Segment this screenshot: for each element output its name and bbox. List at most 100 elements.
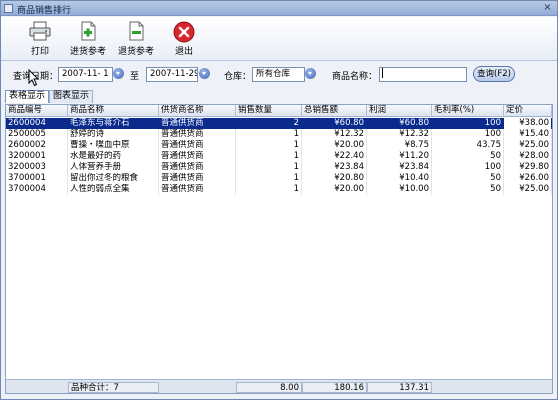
date-from-field[interactable]: 2007-11- 1 <box>58 67 113 82</box>
filter-bar: 查询日期： 2007-11- 1 至 2007-11-29 仓库： 所有仓库 商… <box>1 62 557 88</box>
cell-product-name: 水是最好的药 <box>68 151 159 162</box>
purchase-ref-button[interactable]: 进货参考 <box>67 21 109 59</box>
cell-margin: 50 <box>432 151 504 162</box>
footer-count: 品种合计：7 <box>68 382 159 393</box>
cell-supplier: 普通供货商 <box>159 184 236 195</box>
col-header-total-sales[interactable]: 总销售额 <box>302 105 367 117</box>
cell-qty: 1 <box>236 129 302 140</box>
cell-total-sales: ¥12.32 <box>302 129 367 140</box>
col-header-product-name[interactable]: 商品名称 <box>68 105 159 117</box>
warehouse-label: 仓库： <box>224 72 252 82</box>
cell-profit: ¥12.32 <box>367 129 432 140</box>
to-label: 至 <box>130 72 140 82</box>
cell-margin: 100 <box>432 129 504 140</box>
date-to-dropdown-icon[interactable] <box>199 68 210 79</box>
toolbar: 打印 进货参考 退货参考 退出 <box>1 17 557 61</box>
product-name-input[interactable] <box>379 67 467 82</box>
cell-profit: ¥60.80 <box>367 118 432 129</box>
purchase-ref-label: 进货参考 <box>69 47 106 57</box>
footer-sales-total: 180.16 <box>302 382 367 393</box>
tab-chart-view[interactable]: 图表显示 <box>49 90 94 103</box>
cell-profit: ¥23.84 <box>367 162 432 173</box>
exit-button[interactable]: 退出 <box>167 21 201 59</box>
print-button[interactable]: 打印 <box>23 21 57 59</box>
cell-total-sales: ¥20.00 <box>302 184 367 195</box>
date-from-dropdown-icon[interactable] <box>113 68 124 79</box>
table-footer: 品种合计：7 8.00 180.16 137.31 <box>6 379 552 393</box>
cell-product-code: 3700004 <box>6 184 68 195</box>
cell-total-sales: ¥20.00 <box>302 140 367 151</box>
cell-supplier: 普通供货商 <box>159 129 236 140</box>
cell-qty: 1 <box>236 173 302 184</box>
cell-product-code: 3200001 <box>6 151 68 162</box>
col-header-price[interactable]: 定价 <box>504 105 552 117</box>
cell-price: ¥15.40 <box>504 129 552 140</box>
cell-price: ¥29.80 <box>504 162 552 173</box>
cell-qty: 1 <box>236 140 302 151</box>
table-row[interactable]: 2600004 毛泽东与蒋介石 普通供货商 2 ¥60.80 ¥60.80 100 ¥38.0… <box>6 118 552 129</box>
cell-product-name: 曹操・喋血中原 <box>68 140 159 151</box>
cell-qty: 1 <box>236 184 302 195</box>
title-bar: 商品销售排行 × <box>1 1 557 16</box>
col-header-product-code[interactable]: 商品编号 <box>6 105 68 117</box>
cell-margin: 100 <box>432 118 504 129</box>
document-minus-icon <box>129 21 144 41</box>
cell-qty: 1 <box>236 151 302 162</box>
printer-icon <box>29 21 51 41</box>
cell-qty: 1 <box>236 162 302 173</box>
cell-supplier: 普通供货商 <box>159 140 236 151</box>
tab-table-view[interactable]: 表格显示 <box>5 90 50 103</box>
footer-qty-total: 8.00 <box>236 382 302 393</box>
product-name-label: 商品名称： <box>332 72 378 82</box>
cell-supplier: 普通供货商 <box>159 118 236 129</box>
warehouse-dropdown-icon[interactable] <box>305 68 316 79</box>
cell-product-name: 毛泽东与蒋介石 <box>68 118 159 129</box>
col-header-profit[interactable]: 利润 <box>367 105 432 117</box>
exit-label: 退出 <box>174 47 193 57</box>
date-to-field[interactable]: 2007-11-29 <box>146 67 198 82</box>
document-plus-icon <box>81 21 96 41</box>
cell-supplier: 普通供货商 <box>159 162 236 173</box>
cell-product-code: 2500005 <box>6 129 68 140</box>
col-header-supplier[interactable]: 供货商名称 <box>159 105 236 117</box>
search-button[interactable]: 查询(F2) <box>473 66 515 82</box>
cell-profit: ¥10.00 <box>367 184 432 195</box>
cell-price: ¥28.00 <box>504 151 552 162</box>
return-ref-label: 退货参考 <box>117 47 154 57</box>
cell-price: ¥38.00 <box>504 118 552 129</box>
return-ref-button[interactable]: 退货参考 <box>115 21 157 59</box>
cell-qty: 2 <box>236 118 302 129</box>
cell-total-sales: ¥23.84 <box>302 162 367 173</box>
warehouse-select[interactable]: 所有仓库 <box>252 67 305 82</box>
table-header: 商品编号 商品名称 供货商名称 销售数量 总销售额 利润 毛利率(%) 定价 <box>6 105 552 117</box>
cell-price: ¥25.00 <box>504 184 552 195</box>
table-row[interactable]: 3700001 留出你过冬的粮食 普通供货商 1 ¥20.80 ¥10.40 50 ¥26.0… <box>6 173 552 184</box>
cell-margin: 50 <box>432 173 504 184</box>
cell-price: ¥26.00 <box>504 173 552 184</box>
cell-product-name: 留出你过冬的粮食 <box>68 173 159 184</box>
cell-product-code: 2600004 <box>6 118 68 129</box>
date-label: 查询日期： <box>13 72 59 82</box>
cell-supplier: 普通供货商 <box>159 173 236 184</box>
cell-profit: ¥8.75 <box>367 140 432 151</box>
text-caret <box>382 68 383 78</box>
cell-product-code: 3200003 <box>6 162 68 173</box>
col-header-margin[interactable]: 毛利率(%) <box>432 105 504 117</box>
cell-profit: ¥11.20 <box>367 151 432 162</box>
app-icon <box>4 4 13 13</box>
close-circle-icon <box>173 21 195 43</box>
cell-margin: 43.75 <box>432 140 504 151</box>
cell-supplier: 普通供货商 <box>159 151 236 162</box>
cell-total-sales: ¥20.80 <box>302 173 367 184</box>
cell-price: ¥25.00 <box>504 140 552 151</box>
table-row[interactable]: 3200001 水是最好的药 普通供货商 1 ¥22.40 ¥11.20 50 ¥28.00 <box>6 151 552 162</box>
table-row[interactable]: 3700004 人性的弱点全集 普通供货商 1 ¥20.00 ¥10.00 50 ¥25.00 <box>6 184 552 195</box>
table-row[interactable]: 2500005 舒婷的诗 普通供货商 1 ¥12.32 ¥12.32 100 ¥15.40 <box>6 129 552 140</box>
view-tabs: 表格显示 图表显示 <box>1 89 557 103</box>
table-row[interactable]: 2600002 曹操・喋血中原 普通供货商 1 ¥20.00 ¥8.75 43.75 ¥25.… <box>6 140 552 151</box>
window-close-icon[interactable]: × <box>542 2 553 13</box>
col-header-qty[interactable]: 销售数量 <box>236 105 302 117</box>
cell-product-code: 3700001 <box>6 173 68 184</box>
table-row[interactable]: 3200003 人体营养手册 普通供货商 1 ¥23.84 ¥23.84 100 ¥29.80 <box>6 162 552 173</box>
cell-product-name: 舒婷的诗 <box>68 129 159 140</box>
